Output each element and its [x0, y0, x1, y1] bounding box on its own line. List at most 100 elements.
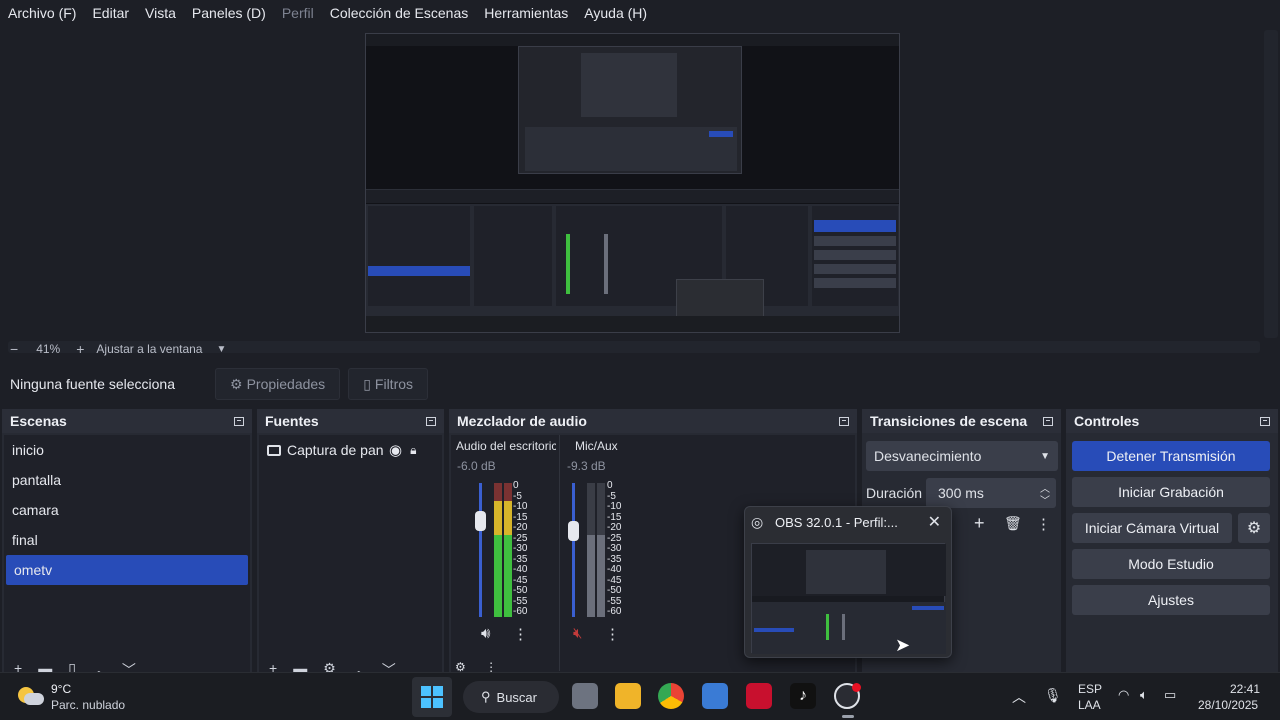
weather-desc: Parc. nublado	[51, 698, 126, 712]
menu-scene-collection[interactable]: Colección de Escenas	[330, 5, 469, 21]
preview-vertical-scrollbar[interactable]	[1264, 30, 1278, 338]
mcafee-icon[interactable]	[746, 683, 772, 709]
volume-slider-handle[interactable]	[568, 521, 579, 541]
undock-icon[interactable]	[426, 416, 436, 426]
arrow-down-icon[interactable]: ﹀	[382, 660, 396, 672]
popup-title: OBS 32.0.1 - Perfil:...	[775, 515, 898, 530]
channel-db: -6.0 dB	[457, 459, 496, 473]
start-recording-button[interactable]: Iniciar Grabación	[1072, 477, 1270, 507]
menu-tools[interactable]: Herramientas	[484, 5, 568, 21]
chevron-down-icon[interactable]: ▼	[216, 344, 226, 355]
volume-slider-track[interactable]	[479, 483, 482, 617]
preview-canvas[interactable]	[365, 33, 900, 333]
scene-item-camara[interactable]: camara	[4, 495, 250, 525]
more-options-icon[interactable]: ⋮	[605, 625, 620, 643]
filter-icon[interactable]: ▯	[68, 660, 76, 672]
menu-docks[interactable]: Paneles (D)	[192, 5, 266, 21]
undock-icon[interactable]	[1043, 416, 1053, 426]
scenes-toolbar: + ▬ ▯ ︿ ﹀	[4, 660, 250, 672]
arrow-down-icon[interactable]: ﹀	[122, 660, 136, 672]
taskbar-thumbnail-popup[interactable]: ◎ OBS 32.0.1 - Perfil:... ✕	[744, 506, 952, 658]
start-virtual-cam-button[interactable]: Iniciar Cámara Virtual	[1072, 513, 1232, 543]
studio-mode-button[interactable]: Modo Estudio	[1072, 549, 1270, 579]
chevron-up-icon[interactable]: ︿	[1012, 687, 1026, 707]
filters-button[interactable]: ▯ Filtros	[348, 368, 429, 400]
scene-item-final[interactable]: final	[4, 525, 250, 555]
store-icon[interactable]	[702, 683, 728, 709]
file-explorer-icon[interactable]	[615, 683, 641, 709]
scene-item-ometv[interactable]: ometv	[6, 555, 248, 585]
obs-icon: ◎	[751, 514, 764, 530]
language-bottom[interactable]: LAA	[1078, 698, 1101, 712]
scene-item-inicio[interactable]: inicio	[4, 435, 250, 465]
transition-select[interactable]: Desvanecimiento ▼	[866, 441, 1058, 471]
lock-icon[interactable]: 🔒︎	[410, 443, 416, 458]
sources-dock-header: Fuentes	[257, 409, 444, 433]
channel-name: Mic/Aux	[575, 439, 618, 453]
gear-icon[interactable]: ⚙	[455, 660, 466, 672]
volume-slider-track[interactable]	[572, 483, 575, 617]
search-icon: ⚲	[481, 689, 491, 704]
duration-spinbox[interactable]: 300 ms ︿ ﹀	[926, 478, 1056, 508]
zoom-out-button[interactable]: −	[10, 341, 18, 357]
clock-date[interactable]: 28/10/2025	[1198, 698, 1258, 712]
no-source-label: Ninguna fuente selecciona	[10, 376, 176, 392]
muted-speaker-icon[interactable]: 🔇︎	[573, 625, 582, 642]
task-view-icon[interactable]	[572, 683, 598, 709]
tiktok-icon[interactable]: ♪	[790, 683, 816, 709]
weather-icon[interactable]	[18, 683, 44, 709]
trash-icon[interactable]: ▬	[293, 660, 307, 672]
zoom-in-button[interactable]: +	[76, 341, 84, 357]
menu-edit[interactable]: Editar	[92, 5, 129, 21]
chrome-icon[interactable]	[658, 683, 684, 709]
scene-item-pantalla[interactable]: pantalla	[4, 465, 250, 495]
microphone-icon[interactable]: 🎙︎	[1044, 687, 1062, 704]
fit-to-window-label[interactable]: Ajustar a la ventana	[96, 342, 202, 356]
close-icon[interactable]: ✕	[928, 512, 941, 532]
clock-time[interactable]: 22:41	[1230, 682, 1260, 696]
start-button[interactable]	[412, 677, 452, 717]
speaker-icon[interactable]: 🔊︎	[481, 625, 490, 642]
stop-stream-button[interactable]: Detener Transmisión	[1072, 441, 1270, 471]
scenes-dock: Escenas inicio pantalla camara final ome…	[2, 409, 252, 672]
gear-icon: ⚙	[230, 375, 243, 392]
properties-button[interactable]: ⚙ Propiedades	[215, 368, 341, 400]
chevron-down-icon[interactable]: ﹀	[1040, 492, 1050, 507]
menu-file[interactable]: Archivo (F)	[8, 5, 76, 21]
trash-icon[interactable]: 🗑︎	[1004, 515, 1022, 532]
taskbar-search[interactable]: ⚲ Buscar	[463, 681, 559, 713]
settings-button[interactable]: Ajustes	[1072, 585, 1270, 615]
filter-icon: ▯	[363, 375, 371, 392]
battery-icon[interactable]: ▭	[1164, 687, 1176, 703]
scenes-title: Escenas	[10, 413, 67, 429]
virtual-cam-settings-button[interactable]: ⚙	[1238, 513, 1270, 543]
undock-icon[interactable]	[839, 416, 849, 426]
trash-icon[interactable]: ▬	[38, 660, 52, 672]
monitor-icon	[267, 444, 281, 456]
menu-help[interactable]: Ayuda (H)	[584, 5, 647, 21]
add-icon[interactable]: +	[269, 660, 277, 672]
add-transition-icon[interactable]: +	[974, 513, 985, 534]
more-options-icon[interactable]: ⋮	[485, 660, 497, 672]
wifi-icon[interactable]: ◠	[1118, 687, 1129, 703]
source-item[interactable]: Captura de pant ◉ 🔒︎	[259, 435, 442, 465]
language-top[interactable]: ESP	[1078, 682, 1102, 696]
popup-preview[interactable]	[751, 543, 946, 654]
nested-preview	[518, 46, 742, 174]
transition-selected: Desvanecimiento	[874, 448, 982, 464]
menu-profile[interactable]: Perfil	[282, 5, 314, 21]
volume-icon[interactable]: 🔈︎	[1140, 687, 1148, 703]
more-options-icon[interactable]: ⋮	[1036, 515, 1051, 533]
undock-icon[interactable]	[234, 416, 244, 426]
arrow-up-icon[interactable]: ︿	[352, 660, 366, 672]
source-label: Captura de pant	[287, 442, 383, 458]
channel-name: Audio del escritoric	[456, 439, 556, 453]
volume-slider-handle[interactable]	[475, 511, 486, 531]
more-options-icon[interactable]: ⋮	[513, 625, 528, 643]
add-icon[interactable]: +	[14, 660, 22, 672]
gear-icon[interactable]: ⚙	[323, 660, 336, 672]
eye-icon[interactable]: ◉	[389, 441, 402, 459]
arrow-up-icon[interactable]: ︿	[92, 660, 106, 672]
menu-view[interactable]: Vista	[145, 5, 176, 21]
undock-icon[interactable]	[1260, 416, 1270, 426]
